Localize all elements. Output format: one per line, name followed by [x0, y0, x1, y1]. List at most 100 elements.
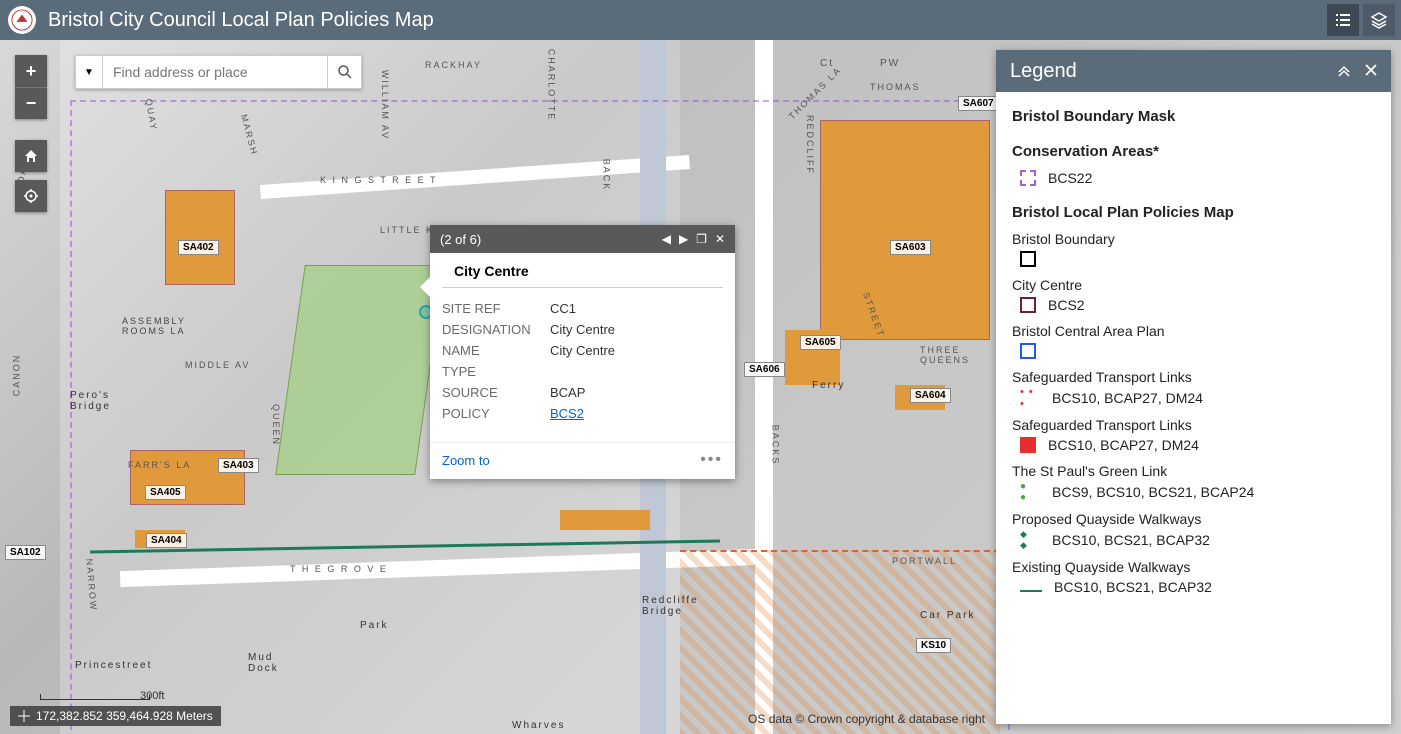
popup-maximize-button[interactable]: ❐	[696, 232, 707, 246]
legend-item-label: The St Paul's Green Link	[1012, 463, 1375, 479]
legend-symbol	[1020, 437, 1036, 453]
site-label[interactable]: SA605	[800, 335, 841, 350]
legend-item-text: BCS10, BCS21, BCAP32	[1052, 532, 1210, 548]
locate-button[interactable]	[15, 180, 47, 212]
street-name: BACK	[601, 159, 611, 192]
popup-next-button[interactable]: ▶	[679, 232, 688, 246]
legend-item-label: Bristol Central Area Plan	[1012, 323, 1375, 339]
street-name: CANON	[11, 354, 21, 397]
field-value	[550, 364, 723, 379]
map-attribution: OS data © Crown copyright & database rig…	[748, 712, 985, 726]
place-label: ASSEMBLY ROOMS LA	[122, 316, 186, 336]
layers-toggle-button[interactable]	[1363, 4, 1395, 36]
place-label: Wharves	[512, 720, 565, 731]
search-icon	[337, 64, 353, 80]
street-name: THOMAS	[870, 82, 921, 92]
street-name: QUEEN	[271, 404, 281, 446]
zoom-out-button[interactable]: −	[15, 87, 47, 119]
legend-symbol	[1020, 590, 1042, 592]
legend-item-label: City Centre	[1012, 277, 1375, 293]
street-name: REDCLIFF	[805, 115, 815, 175]
legend-item-text: BCS10, BCAP27, DM24	[1048, 437, 1199, 453]
app-header: Bristol City Council Local Plan Policies…	[0, 0, 1401, 40]
legend-toggle-button[interactable]	[1327, 4, 1359, 36]
place-label: Pero's Bridge	[70, 390, 111, 412]
field-value: BCAP	[550, 385, 723, 400]
site-label[interactable]: SA603	[890, 240, 931, 255]
site-label[interactable]: SA606	[744, 362, 785, 377]
scale-bar: 300ft	[40, 694, 150, 700]
legend-group-title: Bristol Local Plan Policies Map	[1012, 204, 1375, 221]
page-title: Bristol City Council Local Plan Policies…	[48, 9, 434, 32]
site-label[interactable]: SA405	[145, 485, 186, 500]
field-key: NAME	[442, 343, 550, 358]
street-name: FARR'S LA	[128, 460, 191, 470]
legend-item-label: Existing Quayside Walkways	[1012, 559, 1375, 575]
field-key: POLICY	[442, 406, 550, 421]
field-key: SITE REF	[442, 301, 550, 316]
street-name: MIDDLE AV	[185, 360, 250, 370]
legend-symbol	[1020, 297, 1036, 313]
coordinate-display[interactable]: 172,382.852 359,464.928 Meters	[10, 706, 221, 726]
legend-panel: Legend Bristol Boundary Mask Conservatio…	[996, 50, 1391, 724]
legend-item-text: BCS2	[1048, 297, 1085, 313]
crosshair-icon	[18, 710, 30, 722]
street-name: BACKS	[770, 425, 780, 466]
site-label[interactable]: KS10	[916, 638, 951, 653]
feature-popup: (2 of 6) ◀ ▶ ❐ ✕ City Centre SITE REFCC1…	[430, 225, 735, 479]
search-widget: ▼	[75, 55, 362, 89]
legend-collapse-button[interactable]	[1337, 64, 1351, 78]
field-value: City Centre	[550, 343, 723, 358]
legend-title: Legend	[1010, 60, 1077, 83]
popup-close-button[interactable]: ✕	[715, 232, 725, 246]
site-label[interactable]: SA102	[5, 545, 46, 560]
place-label: Car Park	[920, 610, 975, 621]
home-extent-button[interactable]	[15, 140, 47, 172]
legend-symbol	[1020, 531, 1040, 549]
site-label[interactable]: SA402	[178, 240, 219, 255]
field-value: City Centre	[550, 322, 723, 337]
legend-close-button[interactable]	[1365, 64, 1377, 78]
popup-zoom-to-link[interactable]: Zoom to	[442, 453, 490, 468]
zoom-control: + −	[15, 55, 47, 119]
legend-symbol	[1020, 389, 1040, 407]
search-submit-button[interactable]	[328, 55, 362, 89]
site-label[interactable]: SA403	[218, 458, 259, 473]
site-label[interactable]: SA607	[958, 96, 999, 111]
close-icon	[1365, 64, 1377, 76]
policy-link[interactable]: BCS2	[550, 406, 584, 421]
legend-symbol	[1020, 251, 1036, 267]
field-key: SOURCE	[442, 385, 550, 400]
list-icon	[1334, 11, 1352, 29]
place-label: Ferry	[812, 380, 845, 391]
place-label: Mud Dock	[248, 652, 279, 674]
legend-item-label: Safeguarded Transport Links	[1012, 369, 1375, 385]
street-name: PORTWALL	[892, 556, 957, 566]
place-label: Redcliffe Bridge	[642, 595, 699, 617]
locate-icon	[23, 188, 39, 204]
place-label: PW	[880, 58, 900, 69]
legend-item-label: Bristol Boundary	[1012, 231, 1375, 247]
legend-symbol	[1020, 170, 1036, 186]
search-source-dropdown[interactable]: ▼	[75, 55, 103, 89]
legend-item-label: Safeguarded Transport Links	[1012, 417, 1375, 433]
popup-actions-button[interactable]: •••	[700, 451, 723, 469]
popup-title: City Centre	[442, 253, 723, 288]
place-label: Park	[360, 620, 389, 631]
field-value: CC1	[550, 301, 723, 316]
popup-prev-button[interactable]: ◀	[662, 232, 671, 246]
legend-item-label: Proposed Quayside Walkways	[1012, 511, 1375, 527]
legend-item-text: BCS10, BCS21, BCAP32	[1054, 579, 1212, 595]
street-name: K I N G S T R E E T	[320, 175, 438, 185]
place-label: Ct	[820, 58, 834, 69]
legend-item-text: BCS9, BCS10, BCS21, BCAP24	[1052, 484, 1254, 500]
layers-icon	[1370, 11, 1388, 29]
street-name: WILLIAM AV	[380, 70, 390, 140]
popup-counter: (2 of 6)	[440, 232, 481, 247]
site-label[interactable]: SA404	[146, 533, 187, 548]
site-label[interactable]: SA604	[910, 388, 951, 403]
coordinate-text: 172,382.852 359,464.928 Meters	[36, 709, 213, 723]
legend-symbol	[1020, 343, 1036, 359]
zoom-in-button[interactable]: +	[15, 55, 47, 87]
search-input[interactable]	[103, 55, 328, 89]
